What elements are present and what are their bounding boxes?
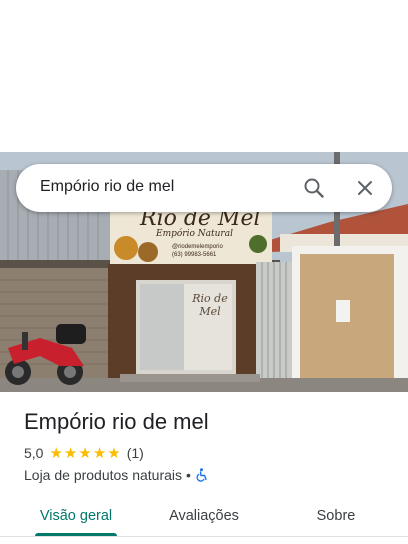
tab-bar: Visão geral Avaliações Sobre (0, 496, 408, 536)
store-sign-instagram: @riodemelemporio (172, 244, 223, 250)
close-icon[interactable] (353, 176, 377, 200)
rating-value: 5,0 (24, 445, 44, 461)
store-sign-phone: (63) 99983-5661 (172, 252, 217, 258)
wheelchair-accessible-icon (195, 468, 209, 482)
star-icon: ★ (107, 444, 121, 462)
store-sign-subtitle: Empório Natural (156, 229, 233, 239)
place-category: Loja de produtos naturais (24, 467, 182, 483)
rating-row[interactable]: 5,0 ★ ★ ★ ★ ★ (1) (24, 443, 144, 463)
star-icon: ★ (63, 444, 78, 462)
star-icon: ★ (92, 444, 107, 462)
review-count[interactable]: (1) (127, 445, 144, 461)
tab-reviews[interactable]: Avaliações (152, 496, 256, 536)
category-row: Loja de produtos naturais • (24, 465, 209, 485)
star-icon: ★ (78, 444, 92, 462)
tab-overview[interactable]: Visão geral (24, 496, 128, 536)
tab-about[interactable]: Sobre (284, 496, 388, 536)
door-logo: Rio de Mel (192, 292, 228, 318)
star-icon: ★ (49, 444, 63, 462)
search-bar[interactable]: Empório rio de mel (16, 164, 392, 212)
tab-divider (0, 536, 408, 537)
search-input[interactable]: Empório rio de mel (40, 178, 174, 196)
search-icon[interactable] (302, 176, 326, 200)
place-title: Empório rio de mel (24, 409, 209, 434)
separator: • (186, 467, 191, 483)
star-rating: ★ ★ ★ ★ ★ (49, 446, 121, 461)
map-blank-area (0, 0, 408, 152)
